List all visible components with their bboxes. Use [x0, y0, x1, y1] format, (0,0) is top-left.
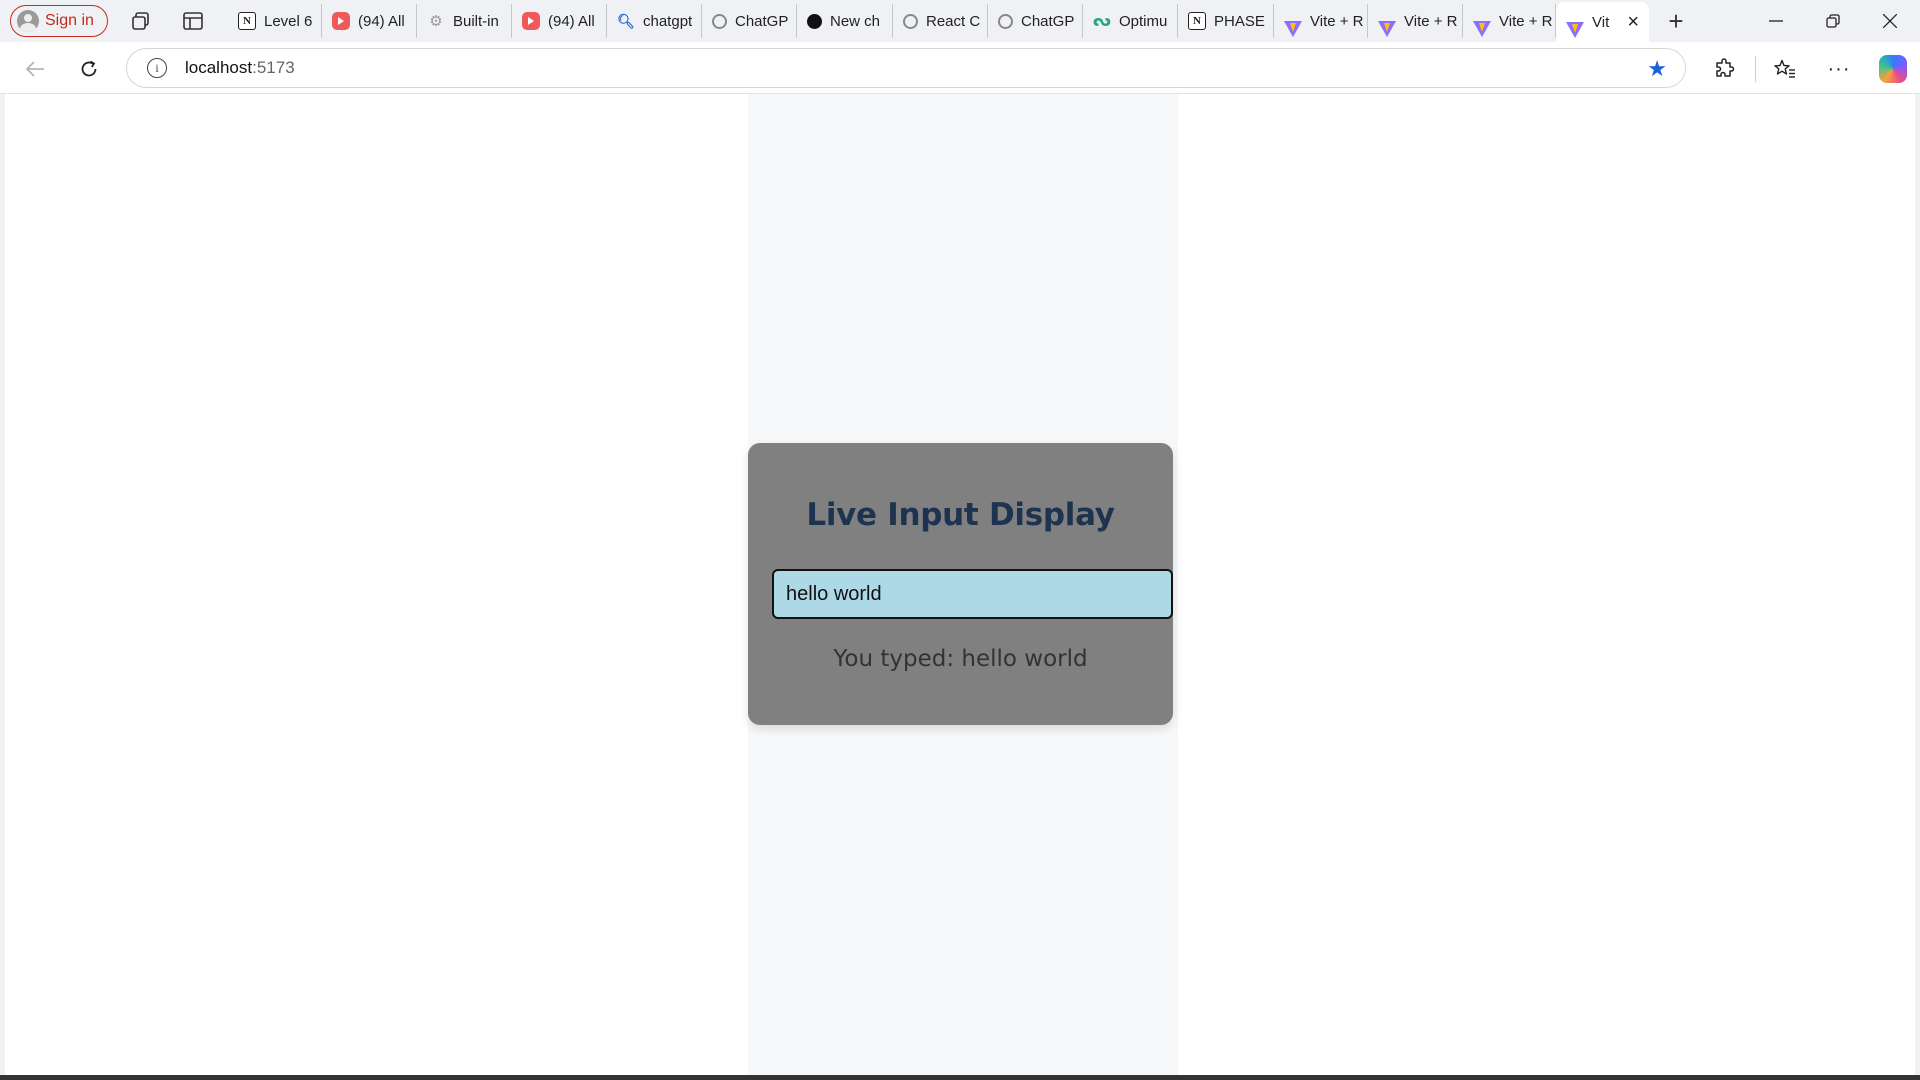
tab-label: Vite + R	[1499, 12, 1553, 30]
text-input[interactable]	[772, 569, 1173, 619]
tab-vite-2[interactable]: Vite + R	[1368, 4, 1463, 38]
browser-toolbar: i localhost:5173 ★ ···	[0, 42, 1920, 94]
youtube-icon	[522, 12, 540, 30]
close-tab-icon[interactable]: ×	[1627, 11, 1639, 34]
tab-label: New ch	[830, 12, 881, 30]
refresh-icon[interactable]	[75, 55, 103, 83]
url-host: localhost	[185, 58, 253, 77]
window-border-right	[1915, 94, 1920, 1075]
page-viewport: Live Input Display You typed: hello worl…	[5, 94, 1915, 1075]
openai-icon	[903, 13, 918, 29]
taskbar-edge	[0, 1075, 1920, 1080]
tab-optimus[interactable]: ᔓ Optimu	[1083, 4, 1178, 38]
sign-in-label: Sign in	[45, 12, 94, 29]
search-icon: 🔍︎	[617, 12, 635, 29]
tab-label: (94) All	[548, 12, 595, 30]
live-input-card: Live Input Display You typed: hello worl…	[748, 443, 1173, 725]
tab-actions-icon[interactable]	[181, 9, 205, 33]
tab-label: chatgpt	[643, 12, 693, 30]
page-title: Live Input Display	[806, 497, 1115, 533]
profile-avatar-icon	[17, 10, 39, 32]
notion-icon: N	[238, 12, 256, 30]
tab-label: Vite + R	[1310, 12, 1364, 30]
notion-icon: N	[1188, 12, 1206, 30]
tab-label: PHASE	[1214, 12, 1265, 30]
favorite-star-icon[interactable]: ★	[1647, 56, 1667, 82]
tab-vite-1[interactable]: Vite + R	[1274, 4, 1368, 38]
tab-label: Built-in	[453, 12, 499, 30]
typed-output: You typed: hello world	[833, 646, 1088, 672]
tab-label: Vite + R	[1404, 12, 1458, 30]
openai-icon	[712, 13, 727, 29]
more-options-icon[interactable]: ···	[1825, 55, 1853, 83]
tab-vite-3[interactable]: Vite + R	[1463, 4, 1556, 38]
copilot-icon[interactable]	[1879, 55, 1907, 83]
site-info-icon[interactable]: i	[147, 58, 167, 78]
favorites-icon[interactable]	[1771, 55, 1799, 83]
close-window-icon[interactable]	[1862, 0, 1918, 42]
tab-chatgpt-search[interactable]: 🔍︎ chatgpt	[607, 4, 702, 38]
youtube-icon	[332, 12, 350, 30]
tab-label: ChatGP	[735, 12, 789, 30]
workspaces-icon[interactable]	[129, 9, 153, 33]
tab-label: (94) All	[358, 12, 405, 30]
address-bar[interactable]: i localhost:5173 ★	[126, 48, 1686, 88]
toolbar-separator	[1755, 56, 1756, 82]
tab-strip: Sign in N Level 6 (94) All ⚙ Built-in (9…	[0, 0, 1920, 42]
back-arrow-icon[interactable]	[21, 55, 49, 83]
sign-in-button[interactable]: Sign in	[10, 5, 108, 37]
gear-icon: ⚙	[429, 13, 443, 30]
tab-label: ChatGP	[1021, 12, 1075, 30]
new-tab-icon[interactable]: +	[1664, 6, 1688, 36]
tab-youtube-1[interactable]: (94) All	[322, 4, 417, 38]
tab-label: Level 6	[264, 12, 313, 30]
tab-chatgpt-1[interactable]: ChatGP	[702, 4, 797, 38]
tab-label: Optimu	[1119, 12, 1168, 30]
restore-icon[interactable]	[1805, 0, 1861, 42]
tab-label: Vit	[1592, 13, 1610, 31]
extensions-icon[interactable]	[1711, 55, 1739, 83]
openai-icon	[998, 13, 1013, 29]
tab-chatgpt-2[interactable]: ChatGP	[988, 4, 1083, 38]
url-port: :5173	[252, 58, 295, 77]
tab-new-chat[interactable]: New ch	[797, 4, 893, 38]
tab-level-6[interactable]: N Level 6	[228, 4, 322, 38]
openai-icon	[807, 13, 822, 29]
tab-phase[interactable]: N PHASE	[1178, 4, 1274, 38]
tab-label: React C	[926, 12, 981, 30]
tab-vite-active[interactable]: Vit ×	[1556, 2, 1649, 42]
optimus-icon: ᔓ	[1092, 13, 1112, 30]
tab-built-in[interactable]: ⚙ Built-in	[417, 4, 512, 38]
tab-youtube-2[interactable]: (94) All	[512, 4, 607, 38]
tab-react-c[interactable]: React C	[893, 4, 988, 38]
url-text[interactable]: localhost:5173	[185, 58, 295, 78]
minimize-icon[interactable]	[1748, 0, 1804, 42]
